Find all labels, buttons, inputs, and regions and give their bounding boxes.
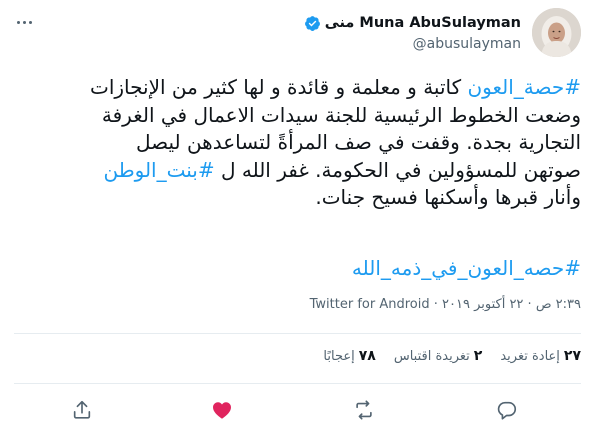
- user-handle[interactable]: @abusulayman: [304, 36, 521, 52]
- likes-stat[interactable]: ٧٨إعجابًا: [323, 348, 375, 364]
- likes-count: ٧٨: [358, 348, 376, 364]
- share-button[interactable]: [68, 396, 96, 424]
- share-icon: [73, 400, 91, 419]
- tweet-line: التجارية بجدة. وقفت في صف المرأةً لتساعد…: [135, 130, 581, 154]
- quotes-count: ٢: [473, 348, 483, 364]
- like-button[interactable]: [208, 396, 236, 424]
- hashtag-link[interactable]: #حصه_العون_في_ذمه_الله: [352, 255, 581, 282]
- retweets-stat[interactable]: ٢٧إعادة تغريد: [500, 348, 581, 364]
- heart-filled-icon: [213, 402, 231, 419]
- divider: [14, 383, 581, 384]
- likes-label: إعجابًا: [323, 349, 355, 364]
- avatar-image: [532, 8, 581, 57]
- divider: [14, 333, 581, 334]
- tweet-card: Muna AbuSulayman منى @abusulayman #حصة_ا…: [0, 0, 595, 433]
- display-name[interactable]: Muna AbuSulayman منى: [325, 15, 521, 31]
- tweet-text: #حصة_العون كاتبة و معلمة و قائدة و لها ك…: [14, 74, 581, 212]
- retweet-icon: [356, 400, 372, 420]
- tweet-actions: [0, 396, 595, 424]
- reply-button[interactable]: [493, 396, 521, 424]
- tweet-timestamp[interactable]: ٢:٣٩ ص · ٢٢ أكتوبر ٢٠١٩ · Twitter for An…: [310, 297, 581, 312]
- quotes-stat[interactable]: ٢تغريدة اقتباس: [394, 348, 483, 364]
- hashtag-link[interactable]: #بنت_الوطن: [103, 158, 214, 182]
- user-names: Muna AbuSulayman منى @abusulayman: [304, 12, 521, 52]
- tweet-line: صوتهن للمسؤولين في الحكومة. غفر الله ل #…: [103, 157, 581, 182]
- tweet-header: Muna AbuSulayman منى @abusulayman: [14, 8, 581, 60]
- tweet-line: #حصة_العون كاتبة و معلمة و قائدة و لها ك…: [89, 75, 581, 99]
- quotes-label: تغريدة اقتباس: [393, 349, 470, 364]
- reply-icon: [497, 401, 517, 420]
- retweets-count: ٢٧: [563, 348, 581, 364]
- tweet-line: وأنار قبرها وأسكنها فسيح جنات.: [315, 185, 581, 209]
- engagement-stats: ٢٧إعادة تغريد ٢تغريدة اقتباس ٧٨إعجابًا: [323, 348, 581, 364]
- retweets-label: إعادة تغريد: [500, 349, 560, 364]
- hashtag-link[interactable]: #حصة_العون: [467, 75, 581, 99]
- verified-badge-icon: [304, 15, 320, 31]
- tweet-line: وضعت الخطوط الرئيسية للجنة سيدات الاعمال…: [101, 102, 581, 127]
- avatar[interactable]: [532, 8, 581, 57]
- more-options-icon[interactable]: [14, 12, 34, 32]
- retweet-button[interactable]: [350, 396, 378, 424]
